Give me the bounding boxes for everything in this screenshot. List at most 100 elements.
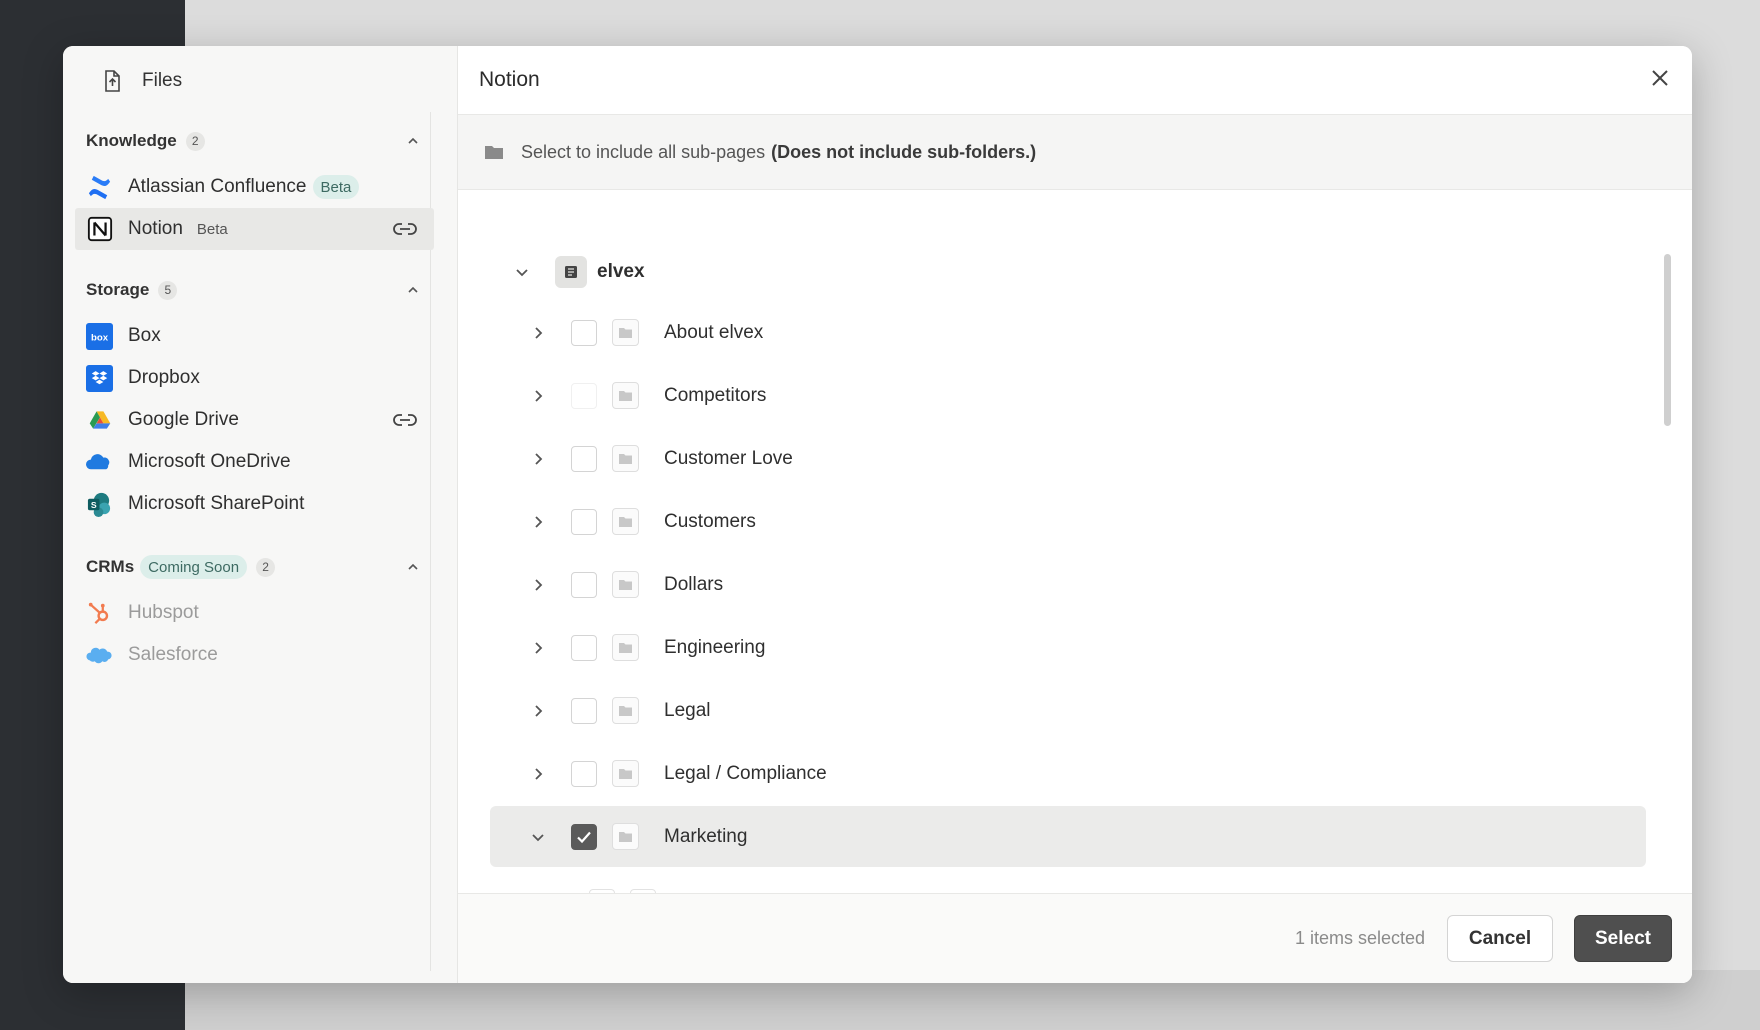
- row-checkbox[interactable]: [571, 445, 597, 472]
- folder-icon: [612, 823, 639, 850]
- row-checkbox[interactable]: [571, 760, 597, 787]
- tree-row[interactable]: Dollars: [490, 554, 1646, 615]
- sidebar-item-confluence[interactable]: Atlassian Confluence Beta: [75, 166, 434, 208]
- connector-modal: Files Knowledge 2 Atlassian Confluence B…: [63, 46, 1692, 983]
- folder-icon: [485, 146, 503, 159]
- chevron-right-icon[interactable]: [528, 764, 548, 784]
- section-title: CRMs: [86, 557, 135, 576]
- chevron-down-icon[interactable]: [528, 827, 548, 847]
- chevron-right-icon[interactable]: [528, 386, 548, 406]
- count-badge: 2: [256, 557, 276, 577]
- section-header-storage[interactable]: Storage 5: [75, 265, 434, 315]
- panel-title: Notion: [479, 68, 540, 91]
- sidebar-item-label: Microsoft SharePoint: [128, 493, 305, 514]
- chevron-right-icon[interactable]: [528, 512, 548, 532]
- sidebar-item-sharepoint[interactable]: S Microsoft SharePoint: [75, 483, 434, 525]
- folder-icon: [612, 382, 639, 409]
- sidebar-item-onedrive[interactable]: Microsoft OneDrive: [75, 441, 434, 483]
- page-icon: [555, 255, 587, 288]
- sidebar-item-box[interactable]: box Box: [75, 315, 434, 357]
- folder-icon: [612, 634, 639, 661]
- folder-icon: [612, 445, 639, 472]
- chevron-right-icon[interactable]: [528, 449, 548, 469]
- tree-scrollbar[interactable]: [1662, 254, 1672, 914]
- sidebar-item-notion[interactable]: Notion Beta: [75, 208, 434, 250]
- panel-header: Notion: [458, 46, 1692, 115]
- sidebar-item-label: Files: [142, 70, 183, 91]
- tree-root-row[interactable]: elvex: [458, 241, 645, 302]
- sidebar-item-label: Salesforce: [128, 644, 218, 665]
- info-bold-text: (Does not include sub-folders.): [771, 141, 1037, 162]
- modal-footer: 1 items selected Cancel Select: [458, 893, 1692, 983]
- tree-row[interactable]: About elvex: [490, 302, 1646, 363]
- count-badge: 5: [158, 280, 178, 300]
- row-checkbox[interactable]: [571, 382, 597, 409]
- tree-row[interactable]: Marketing: [490, 806, 1646, 867]
- sidebar-item-files[interactable]: Files: [75, 46, 434, 116]
- chevron-right-icon[interactable]: [528, 638, 548, 658]
- sidebar-item-label: Atlassian Confluence: [128, 176, 307, 197]
- tree-row-label: Legal: [664, 699, 711, 721]
- tree-row[interactable]: Customer Love: [490, 428, 1646, 489]
- section-title: Storage: [86, 280, 150, 299]
- chevron-right-icon[interactable]: [528, 575, 548, 595]
- tree-row[interactable]: Legal: [490, 680, 1646, 741]
- chevron-up-icon[interactable]: [406, 283, 420, 297]
- select-button[interactable]: Select: [1574, 915, 1672, 962]
- sidebar-item-label: Google Drive: [128, 409, 239, 430]
- row-checkbox[interactable]: [571, 823, 597, 850]
- chevron-up-icon[interactable]: [406, 134, 420, 148]
- sidebar-item-google-drive[interactable]: Google Drive: [75, 399, 434, 441]
- tree-row[interactable]: Legal / Compliance: [490, 743, 1646, 804]
- onedrive-logo-icon: [86, 449, 113, 476]
- close-icon[interactable]: [1646, 64, 1674, 92]
- chevron-right-icon[interactable]: [528, 323, 548, 343]
- sidebar-item-label: Dropbox: [128, 367, 200, 388]
- sidebar-item-label: Notion: [128, 218, 183, 239]
- folder-icon: [612, 319, 639, 346]
- beta-badge: Beta: [188, 217, 236, 241]
- coming-soon-badge: Coming Soon: [140, 555, 248, 579]
- row-checkbox[interactable]: [571, 634, 597, 661]
- sharepoint-logo-icon: S: [86, 491, 113, 518]
- chevron-down-icon[interactable]: [512, 262, 532, 282]
- folder-icon: [612, 697, 639, 724]
- sidebar-item-dropbox[interactable]: Dropbox: [75, 357, 434, 399]
- link-icon[interactable]: [392, 221, 418, 237]
- svg-text:box: box: [91, 332, 109, 343]
- tree-row-label: Engineering: [664, 636, 766, 658]
- confluence-logo-icon: [86, 174, 113, 201]
- row-checkbox[interactable]: [571, 319, 597, 346]
- row-checkbox[interactable]: [571, 571, 597, 598]
- section-header-knowledge[interactable]: Knowledge 2: [75, 116, 434, 166]
- section-storage: Storage 5 box Box Dropbox Google Drive M…: [75, 265, 434, 525]
- checkmark-icon: [577, 831, 591, 843]
- row-checkbox[interactable]: [571, 508, 597, 535]
- hubspot-logo-icon: [86, 600, 113, 627]
- sidebar-item-label: Hubspot: [128, 602, 199, 623]
- tree-row-label: Customer Love: [664, 447, 793, 469]
- chevron-right-icon[interactable]: [528, 701, 548, 721]
- folder-icon: [612, 508, 639, 535]
- tree-row-label: Competitors: [664, 384, 767, 406]
- tree-root-label: elvex: [597, 260, 645, 282]
- cancel-button[interactable]: Cancel: [1447, 915, 1553, 962]
- google-drive-logo-icon: [86, 407, 113, 434]
- svg-text:S: S: [91, 499, 97, 509]
- tree-row[interactable]: Engineering: [490, 617, 1646, 678]
- chevron-up-icon[interactable]: [406, 560, 420, 574]
- link-icon[interactable]: [392, 412, 418, 428]
- tree-row[interactable]: Competitors: [490, 365, 1646, 426]
- box-logo-icon: box: [86, 322, 113, 350]
- sidebar-item-salesforce: Salesforce: [75, 634, 434, 676]
- notion-logo-icon: [86, 216, 113, 243]
- section-header-crms[interactable]: CRMs Coming Soon 2: [75, 542, 434, 592]
- tree-row-label: Customers: [664, 510, 756, 532]
- scrollbar-thumb[interactable]: [1664, 254, 1671, 426]
- tree-row[interactable]: Customers: [490, 491, 1646, 552]
- sidebar-item-label: Box: [128, 325, 161, 346]
- row-checkbox[interactable]: [571, 697, 597, 724]
- folder-icon: [612, 760, 639, 787]
- sources-sidebar: Files Knowledge 2 Atlassian Confluence B…: [63, 46, 458, 983]
- sidebar-item-label: Microsoft OneDrive: [128, 451, 291, 472]
